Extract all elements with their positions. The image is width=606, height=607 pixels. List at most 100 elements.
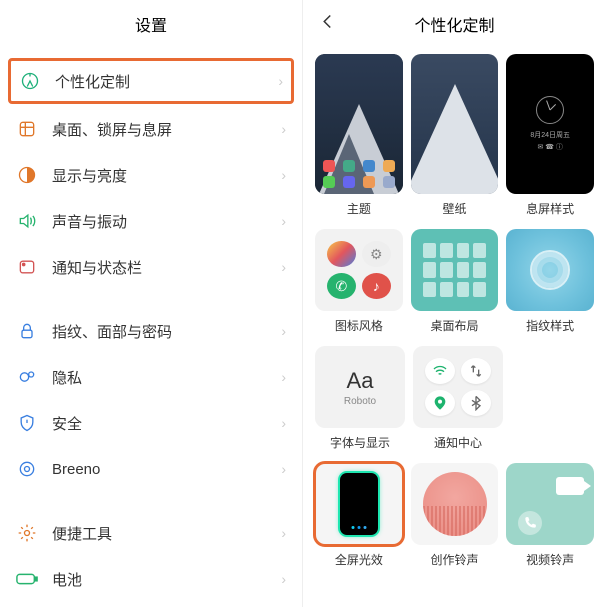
item-label: 桌面、锁屏与息屏	[52, 119, 281, 140]
tools-icon	[16, 522, 38, 544]
personalization-header: 个性化定制	[303, 0, 606, 48]
chevron-right-icon: ›	[281, 259, 286, 275]
settings-item-desktop-lock[interactable]: 桌面、锁屏与息屏 ›	[0, 106, 302, 152]
sound-icon	[16, 210, 38, 232]
tile-label: 字体与显示	[330, 434, 390, 451]
row-font-notif: Aa Roboto 字体与显示 通知中心	[303, 340, 606, 457]
tile-label: 主题	[347, 200, 371, 217]
chevron-right-icon: ›	[281, 415, 286, 431]
item-label: 显示与亮度	[52, 165, 281, 186]
settings-item-convenience[interactable]: 便捷工具 ›	[0, 510, 302, 556]
grid-icon	[16, 118, 38, 140]
glow-thumb	[315, 463, 403, 545]
font-thumb: Aa Roboto	[315, 346, 405, 428]
item-label: 指纹、面部与密码	[52, 321, 281, 342]
item-label: 个性化定制	[55, 71, 278, 92]
chevron-right-icon: ›	[278, 73, 283, 89]
tile-label: 创作铃声	[431, 551, 479, 568]
font-name: Roboto	[344, 396, 376, 407]
tile-fingerprint-style[interactable]: 指纹样式	[506, 229, 594, 334]
aod-date: 8月24日周五	[530, 130, 570, 140]
item-label: 通知与状态栏	[52, 257, 281, 278]
ringtone-thumb	[411, 463, 499, 545]
tile-label: 息屏样式	[526, 200, 574, 217]
tile-label: 视频铃声	[526, 551, 574, 568]
item-label: Breeno	[52, 461, 281, 478]
chevron-right-icon: ›	[281, 369, 286, 385]
brightness-icon	[16, 164, 38, 186]
settings-item-battery[interactable]: 电池 ›	[0, 556, 302, 602]
bluetooth-icon	[461, 390, 491, 416]
tile-label: 全屏光效	[335, 551, 383, 568]
tile-layout[interactable]: 桌面布局	[411, 229, 499, 334]
settings-item-personalization[interactable]: 个性化定制 ›	[8, 58, 294, 104]
statusbar-icon	[16, 256, 38, 278]
item-label: 电池	[52, 569, 281, 590]
chevron-right-icon: ›	[281, 323, 286, 339]
fingerprint-thumb	[506, 229, 594, 311]
tile-create-ringtone[interactable]: 创作铃声	[411, 463, 499, 568]
phone-call-icon	[518, 511, 542, 535]
tile-label: 壁纸	[443, 200, 467, 217]
wallpaper-thumb	[411, 54, 499, 194]
tile-icon-style[interactable]: ⚙ ✆ ♪ 图标风格	[315, 229, 403, 334]
settings-title: 设置	[135, 12, 167, 36]
tile-label: 图标风格	[335, 317, 383, 334]
camera-icon	[556, 477, 584, 495]
tile-notification-center[interactable]: 通知中心	[413, 346, 503, 451]
layout-thumb	[411, 229, 499, 311]
tile-font[interactable]: Aa Roboto 字体与显示	[315, 346, 405, 451]
personalization-pane: 个性化定制 主题 壁纸 8月24日周五 ✉ ☎ ⓘ	[303, 0, 606, 607]
aod-thumb: 8月24日周五 ✉ ☎ ⓘ	[506, 54, 594, 194]
item-label: 隐私	[52, 367, 281, 388]
settings-item-notifications[interactable]: 通知与状态栏 ›	[0, 244, 302, 290]
compass-icon	[19, 70, 41, 92]
tile-label: 桌面布局	[431, 317, 479, 334]
font-sample: Aa	[347, 368, 374, 394]
theme-thumb	[315, 54, 403, 194]
settings-header: 设置	[0, 0, 302, 48]
video-ringtone-thumb	[506, 463, 594, 545]
icon-style-thumb: ⚙ ✆ ♪	[315, 229, 403, 311]
personalization-title: 个性化定制	[414, 12, 494, 36]
tile-aod[interactable]: 8月24日周五 ✉ ☎ ⓘ 息屏样式	[506, 54, 594, 217]
chevron-right-icon: ›	[281, 121, 286, 137]
settings-list: 个性化定制 › 桌面、锁屏与息屏 › 显示与亮度 › 声音与振动 ›	[0, 48, 302, 607]
tile-label: 指纹样式	[526, 317, 574, 334]
settings-pane: 设置 个性化定制 › 桌面、锁屏与息屏 › 显示与亮度 ›	[0, 0, 303, 607]
wifi-icon	[425, 358, 455, 384]
chevron-right-icon: ›	[281, 167, 286, 183]
row-icons-layout: ⚙ ✆ ♪ 图标风格 桌面布局 指纹样式	[303, 223, 606, 340]
back-button[interactable]	[319, 13, 337, 36]
settings-item-sound[interactable]: 声音与振动 ›	[0, 198, 302, 244]
tile-theme[interactable]: 主题	[315, 54, 403, 217]
settings-item-privacy[interactable]: 隐私 ›	[0, 354, 302, 400]
chevron-right-icon: ›	[281, 571, 286, 587]
privacy-icon	[16, 366, 38, 388]
arrows-icon	[461, 358, 491, 384]
phone-glow-icon	[340, 473, 378, 535]
item-label: 声音与振动	[52, 211, 281, 232]
tile-wallpaper[interactable]: 壁纸	[411, 54, 499, 217]
settings-item-biometrics[interactable]: 指纹、面部与密码 ›	[0, 308, 302, 354]
breeno-icon	[16, 458, 38, 480]
row-ringtones: 全屏光效 创作铃声 视频铃声	[303, 457, 606, 574]
battery-icon	[16, 568, 38, 590]
tile-edge-lighting[interactable]: 全屏光效	[315, 463, 403, 568]
chevron-right-icon: ›	[281, 461, 286, 477]
tile-video-ringtone[interactable]: 视频铃声	[506, 463, 594, 568]
settings-item-security[interactable]: 安全 ›	[0, 400, 302, 446]
settings-item-breeno[interactable]: Breeno ›	[0, 446, 302, 492]
shield-icon	[16, 412, 38, 434]
settings-item-display[interactable]: 显示与亮度 ›	[0, 152, 302, 198]
waveform-icon	[423, 506, 487, 536]
chevron-right-icon: ›	[281, 213, 286, 229]
location-icon	[425, 390, 455, 416]
fingerprint-icon	[530, 250, 570, 290]
clock-icon	[536, 96, 564, 124]
chevron-right-icon: ›	[281, 525, 286, 541]
notif-thumb	[413, 346, 503, 428]
row-themes: 主题 壁纸 8月24日周五 ✉ ☎ ⓘ 息屏样式	[303, 48, 606, 223]
item-label: 安全	[52, 413, 281, 434]
tile-label: 通知中心	[434, 434, 482, 451]
